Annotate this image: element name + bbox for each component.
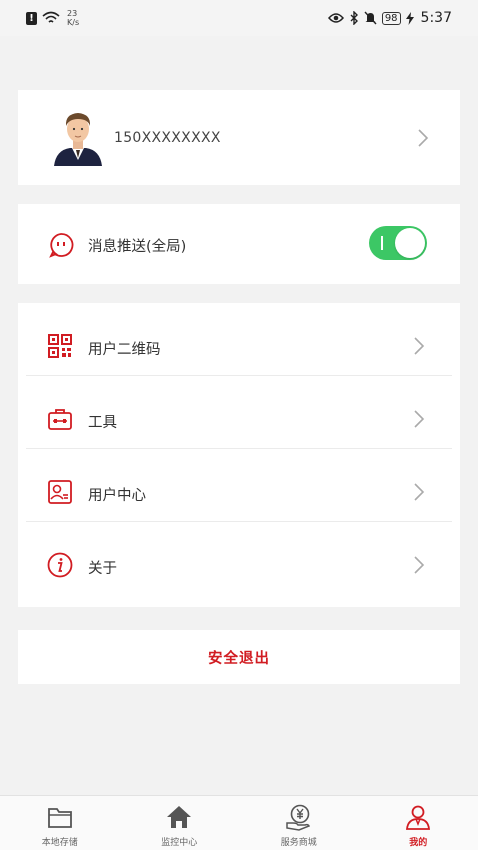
chevron-right-icon bbox=[418, 129, 429, 147]
phone-number: 150XXXXXXXX bbox=[114, 130, 221, 146]
menu-item-label: 用户中心 bbox=[88, 488, 146, 504]
info-icon bbox=[47, 552, 73, 578]
person-icon bbox=[406, 805, 431, 830]
menu-item-qr-code[interactable]: 用户二维码 bbox=[18, 303, 460, 376]
tab-local-storage[interactable]: 本地存储 bbox=[0, 796, 120, 850]
network-speed-unit: K/s bbox=[67, 18, 80, 27]
tab-service-mall[interactable]: 服务商城 bbox=[239, 796, 359, 850]
chevron-right-icon bbox=[414, 337, 425, 355]
push-notification-label: 消息推送(全局) bbox=[88, 239, 187, 255]
user-card-icon bbox=[48, 480, 72, 504]
folder-icon bbox=[47, 808, 72, 828]
toolbox-icon bbox=[48, 409, 72, 430]
tab-label: 本地存储 bbox=[41, 838, 78, 848]
push-notification-toggle[interactable] bbox=[369, 226, 427, 260]
toggle-knob bbox=[395, 228, 425, 258]
tab-label: 监控中心 bbox=[161, 838, 198, 848]
menu-item-label: 关于 bbox=[88, 561, 117, 577]
menu-item-user-center[interactable]: 用户中心 bbox=[18, 449, 460, 522]
chevron-right-icon bbox=[414, 556, 425, 574]
eye-icon bbox=[327, 13, 344, 23]
network-speed-value: 23 bbox=[67, 9, 78, 18]
mute-bell-icon bbox=[364, 11, 377, 25]
tab-mine[interactable]: 我的 bbox=[359, 796, 478, 850]
network-speed: 23 K/s bbox=[67, 9, 79, 27]
tab-label: 我的 bbox=[409, 838, 428, 848]
tab-label: 服务商城 bbox=[280, 838, 317, 848]
bottom-tab-bar: 本地存储 监控中心 服务商城 我的 bbox=[0, 795, 478, 850]
push-notification-card: 消息推送(全局) bbox=[18, 204, 460, 284]
home-icon bbox=[167, 806, 192, 828]
menu-item-tools[interactable]: 工具 bbox=[18, 376, 460, 449]
logout-label: 安全退出 bbox=[208, 650, 270, 667]
menu-item-about[interactable]: 关于 bbox=[18, 522, 460, 595]
profile-card[interactable]: 150XXXXXXXX bbox=[18, 90, 460, 185]
charging-icon bbox=[405, 11, 414, 25]
menu-item-label: 工具 bbox=[88, 415, 117, 431]
chevron-right-icon bbox=[414, 483, 425, 501]
status-bar-right: 98 5:37 bbox=[327, 10, 452, 26]
yuan-hand-icon bbox=[286, 804, 310, 831]
chevron-right-icon bbox=[414, 410, 425, 428]
toggle-on-mark bbox=[381, 236, 383, 250]
qr-code-icon bbox=[48, 334, 72, 358]
status-bar: ! 23 K/s 98 5:37 bbox=[0, 0, 478, 36]
tab-monitor-center[interactable]: 监控中心 bbox=[120, 796, 240, 850]
status-bar-left: ! 23 K/s bbox=[26, 9, 79, 27]
battery-indicator: 98 bbox=[381, 11, 401, 25]
bluetooth-icon bbox=[350, 11, 358, 25]
menu-item-label: 用户二维码 bbox=[88, 342, 161, 358]
clock: 5:37 bbox=[420, 10, 452, 26]
avatar bbox=[54, 113, 102, 166]
wifi-icon bbox=[42, 11, 60, 23]
logout-button[interactable]: 安全退出 bbox=[18, 630, 460, 684]
menu-card: 用户二维码 工具 用户中心 关于 bbox=[18, 303, 460, 607]
message-bubble-icon bbox=[49, 233, 74, 258]
alert-icon: ! bbox=[26, 11, 37, 25]
